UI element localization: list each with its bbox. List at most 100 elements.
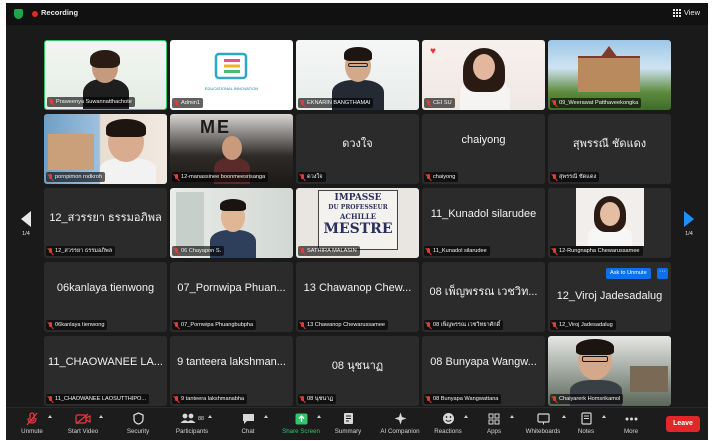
participant-tile[interactable]: EDUCATIONAL INNOVATION Admin1: [170, 40, 293, 110]
chevron-up-icon[interactable]: [317, 415, 321, 418]
chevron-up-icon[interactable]: [208, 415, 212, 418]
participant-tile[interactable]: สุพรรณี ชัดแดง สุพรรณี ชัดแดง: [548, 114, 671, 184]
participant-nameplate: Praweenya Suwannatthachote: [47, 97, 135, 107]
heart-icon: ♥: [430, 46, 436, 57]
security-button[interactable]: Security: [114, 411, 162, 435]
ask-to-unmute-button[interactable]: Ask to Unmute: [606, 268, 651, 279]
mic-muted-icon: [48, 173, 53, 181]
reactions-button[interactable]: Reactions: [424, 411, 472, 435]
share-screen-button[interactable]: Share Screen: [277, 411, 325, 435]
zoom-window: Recording View 1/4 1/4 Praweenya Suwanna…: [6, 3, 708, 440]
page-indicator: 1/4: [22, 231, 30, 237]
more-button[interactable]: More: [607, 411, 655, 435]
chevron-up-icon[interactable]: [48, 415, 52, 418]
participant-tile[interactable]: 11_CHAOWANEE LA... 11_CHAOWANEE LAOSUTTH…: [44, 336, 167, 406]
logo-caption: EDUCATIONAL INNOVATION: [204, 86, 259, 91]
participant-tile[interactable]: Ask to Unmute ··· 12_Viroj Jadesadalug 1…: [548, 262, 671, 332]
tile-more-button[interactable]: ···: [657, 268, 668, 279]
participant-nameplate: 08 นุชนาฏ: [298, 394, 337, 404]
participant-nameplate: สุพรรณี ชัดแดง: [550, 172, 600, 182]
chat-button[interactable]: Chat: [224, 411, 272, 435]
chevron-up-icon[interactable]: [99, 415, 103, 418]
start-video-button[interactable]: Start Video: [59, 411, 107, 435]
participant-tile[interactable]: 11_Kunadol silarudee 11_Kunadol silarude…: [422, 188, 545, 258]
sparkle-icon: [394, 412, 406, 425]
view-label: View: [683, 8, 700, 17]
mic-muted-icon: [26, 411, 38, 425]
participant-tile[interactable]: 06 Chayapon S.: [170, 188, 293, 258]
mic-muted-icon: [300, 247, 305, 255]
participant-tile[interactable]: 08 Bunyapa Wangw... 08 Bunyapa Wangwatta…: [422, 336, 545, 406]
mic-muted-icon: [426, 173, 431, 181]
summary-button[interactable]: Summary: [324, 411, 372, 435]
building-image: [578, 56, 640, 92]
participant-nameplate: 12-manassinee boonmeesrisanga: [172, 172, 269, 182]
participant-tile[interactable]: ♥ CEI SU: [422, 40, 545, 110]
participant-nameplate: SATHIRA MALASIN: [298, 246, 360, 256]
arrow-left-icon: [21, 211, 31, 227]
share-screen-icon: [295, 413, 307, 424]
participant-tile[interactable]: 13 Chawanop Chew... 13 Chawanop Chewarus…: [296, 262, 419, 332]
participant-display-name: ดวงใจ: [342, 138, 373, 150]
notes-button[interactable]: Notes: [562, 411, 610, 435]
participant-tile[interactable]: ดวงใจ ดวงใจ: [296, 114, 419, 184]
participant-nameplate: 12_Viroj Jadesadalug: [550, 320, 616, 330]
participant-tile[interactable]: 12-Rungnapha Chewarussamee: [548, 188, 671, 258]
participants-button[interactable]: 88 Participants: [168, 411, 216, 435]
participant-tile[interactable]: 12_สวรรยา ธรรมอภิพล 12_สวรรยา ธรรมอภิพล: [44, 188, 167, 258]
participant-tile[interactable]: IMPASSE DU PROFESSEUR ACHILLE MESTRE SAT…: [296, 188, 419, 258]
participant-tile[interactable]: 06kanlaya tienwong 06kanlaya tienwong: [44, 262, 167, 332]
background-building: [630, 366, 668, 392]
shield-icon[interactable]: [14, 9, 23, 19]
mic-muted-icon: [49, 98, 54, 106]
participant-nameplate: 08 เพ็ญพรรณ เวชวิทยาศักดิ์: [424, 320, 504, 330]
apps-button[interactable]: Apps: [470, 411, 518, 435]
arrow-right-icon: [684, 211, 694, 227]
ai-companion-button[interactable]: AI Companion: [372, 411, 428, 435]
participant-tile[interactable]: chaiyong chaiyong: [422, 114, 545, 184]
page-indicator: 1/4: [685, 231, 693, 237]
next-page-button[interactable]: 1/4: [676, 203, 702, 245]
mic-muted-icon: [300, 173, 305, 181]
unmute-button[interactable]: Unmute: [8, 411, 56, 435]
glasses-icon: [582, 356, 608, 362]
participant-display-name: 9 tanteera lakshman...: [177, 356, 286, 368]
chevron-up-icon[interactable]: [602, 415, 606, 418]
participant-tile[interactable]: 09_Weerawat Patthaveekongka: [548, 40, 671, 110]
participant-tile[interactable]: 08 นุชนาฏ 08 นุชนาฏ: [296, 336, 419, 406]
participant-nameplate: Admin1: [172, 98, 203, 108]
mic-muted-icon: [174, 99, 179, 107]
participant-tile[interactable]: Praweenya Suwannatthachote: [44, 40, 167, 110]
chat-icon: [242, 413, 254, 424]
view-button[interactable]: View: [672, 8, 700, 17]
grid-view-icon: [672, 8, 681, 17]
chevron-up-icon[interactable]: [510, 415, 514, 418]
reactions-icon: [442, 413, 454, 424]
participant-display-name: chaiyong: [461, 134, 506, 146]
leave-button[interactable]: Leave: [666, 416, 700, 432]
apps-icon: [488, 413, 500, 424]
participant-tile[interactable]: 9 tanteera lakshman... 9 tanteera lakshm…: [170, 336, 293, 406]
building-image: [48, 134, 94, 170]
mic-muted-icon: [426, 99, 431, 107]
participant-nameplate: 08 Bunyapa Wangwattana: [424, 394, 502, 404]
participant-display-name: 13 Chawanop Chew...: [303, 282, 412, 294]
previous-page-button[interactable]: 1/4: [13, 203, 39, 245]
participant-display-name: สุพรรณี ชัดแดง: [572, 138, 647, 150]
participant-nameplate: 11_Kunadol silarudee: [424, 246, 490, 256]
participant-tile[interactable]: ME 12-manassinee boonmeesrisanga: [170, 114, 293, 184]
chevron-up-icon[interactable]: [264, 415, 268, 418]
whiteboard-icon: [536, 412, 550, 424]
recording-label: Recording: [41, 8, 79, 17]
participant-nameplate: 06kanlaya tienwong: [46, 320, 108, 330]
participant-tile[interactable]: Chaiyarerk Homsrikamol: [548, 336, 671, 406]
chevron-up-icon[interactable]: [464, 415, 468, 418]
mic-muted-icon: [48, 247, 53, 255]
participant-tile[interactable]: 08 เพ็ญพรรณ เวชวิท... 08 เพ็ญพรรณ เวชวิท…: [422, 262, 545, 332]
participant-display-name: 06kanlaya tienwong: [56, 282, 155, 294]
participant-tile[interactable]: pornpimon rodkroh: [44, 114, 167, 184]
participant-tile[interactable]: 07_Pornwipa Phuan... 07_Pornwipa Phuangb…: [170, 262, 293, 332]
participant-tile[interactable]: EKNARIN BANGTHAMAI: [296, 40, 419, 110]
participant-display-name: 08 Bunyapa Wangw...: [430, 356, 537, 368]
top-bar: Recording View: [6, 3, 708, 25]
